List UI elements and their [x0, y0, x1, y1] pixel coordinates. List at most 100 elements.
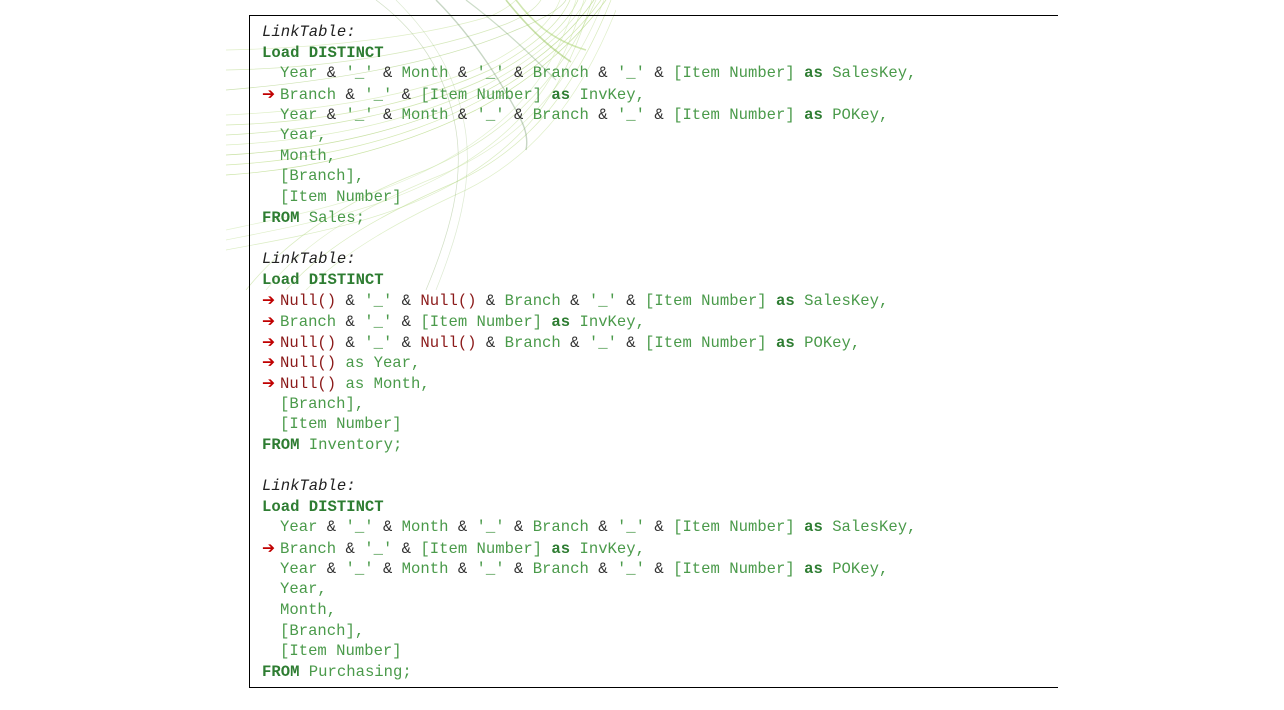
code-block: LinkTable: Load DISTINCT Year & '_' & Mont…	[262, 476, 916, 682]
code-line: ➔ Null() & '_' & Null() & Branch & '_' & …	[262, 290, 916, 311]
code-token: Inventory;	[308, 435, 403, 454]
code-line: LinkTable:	[262, 22, 916, 43]
code-token: SalesKey,	[832, 518, 917, 537]
code-token: [Branch],	[280, 167, 365, 186]
code-token: [Item Number]	[645, 333, 777, 352]
code-token: &	[457, 518, 477, 537]
code-token: &	[513, 518, 533, 537]
code-line: FROM Purchasing;	[262, 662, 916, 683]
code-token: &	[513, 559, 533, 578]
code-token: FROM	[262, 208, 309, 227]
code-token: &	[570, 333, 589, 352]
code-token: Branch	[532, 105, 599, 124]
code-line: Year & '_' & Month & '_' & Branch & '_' …	[262, 517, 916, 538]
code-token: [Item Number]	[420, 312, 552, 331]
code-line: FROM Sales;	[262, 208, 916, 229]
code-token: [Item Number]	[420, 85, 552, 104]
code-token: [Item Number]	[280, 415, 402, 434]
code-token: Null()	[280, 374, 346, 393]
code-token: as	[776, 333, 805, 352]
code-token: &	[598, 559, 617, 578]
red-right-arrow-icon: ➔	[262, 84, 276, 103]
code-token: InvKey,	[579, 540, 645, 559]
code-token: [Branch],	[280, 394, 365, 413]
code-token: Month,	[280, 146, 337, 165]
code-token: &	[382, 559, 402, 578]
code-token: [Item Number]	[673, 64, 805, 83]
code-token: '_'	[476, 64, 514, 83]
code-token: FROM	[262, 662, 309, 681]
code-token: Year,	[280, 126, 327, 145]
code-line: FROM Inventory;	[262, 435, 916, 456]
red-right-arrow-icon: ➔	[262, 332, 276, 351]
code-line: [Branch],	[262, 394, 916, 415]
red-right-arrow-icon: ➔	[262, 291, 276, 310]
code-token: '_'	[364, 540, 402, 559]
code-token: &	[345, 292, 365, 311]
code-line: Year & '_' & Month & '_' & Branch & '_' …	[262, 559, 916, 580]
code-token: Branch	[280, 85, 346, 104]
code-block: LinkTable: Load DISTINCT Year & '_' & Mont…	[262, 22, 916, 228]
code-token: Load DISTINCT	[262, 270, 384, 289]
code-token: LinkTable:	[262, 23, 356, 41]
code-line: ➔ Null() as Month,	[262, 373, 916, 394]
code-token: Null()	[420, 292, 486, 311]
code-token: Branch	[532, 518, 599, 537]
code-token: &	[345, 540, 365, 559]
code-token: [Item Number]	[280, 188, 402, 207]
code-token: Null()	[280, 292, 346, 311]
code-token: InvKey,	[579, 312, 645, 331]
code-token: &	[326, 105, 346, 124]
code-token: &	[485, 333, 505, 352]
code-line: [Item Number]	[262, 414, 916, 435]
code-token: &	[401, 333, 421, 352]
code-line: Month,	[262, 600, 916, 621]
code-line: [Branch],	[262, 166, 916, 187]
code-token: &	[598, 518, 617, 537]
code-token: '_'	[476, 559, 514, 578]
code-line: Year,	[262, 579, 916, 600]
code-token: Year,	[373, 354, 421, 373]
code-token: &	[345, 312, 365, 331]
code-token: &	[326, 518, 346, 537]
code-token: &	[570, 292, 589, 311]
code-token: as	[804, 559, 833, 578]
code-token: POKey,	[832, 559, 889, 578]
code-token: Year	[280, 105, 327, 124]
code-token: &	[513, 64, 533, 83]
code-line: Year & '_' & Month & '_' & Branch & '_' …	[262, 63, 916, 84]
code-token: [Item Number]	[645, 292, 777, 311]
code-token: &	[345, 85, 365, 104]
code-line: Year & '_' & Month & '_' & Branch & '_' …	[262, 105, 916, 126]
code-token: [Item Number]	[280, 642, 402, 661]
code-token: as	[804, 518, 833, 537]
code-token: Year	[280, 64, 327, 83]
code-token: [Item Number]	[673, 105, 805, 124]
code-token: &	[382, 64, 402, 83]
code-token: Null()	[420, 333, 486, 352]
code-line: ➔ Branch & '_' & [Item Number] as InvKey,	[262, 311, 916, 332]
code-token: &	[401, 540, 421, 559]
code-token: Sales;	[308, 208, 365, 227]
code-token: Null()	[280, 333, 346, 352]
code-token: '_'	[616, 518, 655, 537]
code-token: Month	[401, 518, 458, 537]
code-token: as	[345, 374, 374, 393]
code-token: Load DISTINCT	[262, 497, 384, 516]
code-token: &	[457, 105, 477, 124]
code-token: Branch	[280, 312, 346, 331]
code-token: LinkTable:	[262, 250, 356, 269]
code-token: [Branch],	[280, 621, 365, 640]
code-token: '_'	[364, 292, 402, 311]
code-token: '_'	[588, 292, 627, 311]
code-token: '_'	[476, 105, 514, 124]
code-line: ➔ Null() & '_' & Null() & Branch & '_' & …	[262, 332, 916, 353]
code-token: &	[401, 312, 421, 331]
code-token: FROM	[262, 435, 309, 454]
code-line: Month,	[262, 146, 916, 167]
code-token: &	[626, 333, 646, 352]
code-token: Load DISTINCT	[262, 43, 384, 62]
code-line: Load DISTINCT	[262, 43, 916, 64]
code-token: '_'	[345, 559, 383, 578]
code-token: '_'	[345, 64, 383, 83]
